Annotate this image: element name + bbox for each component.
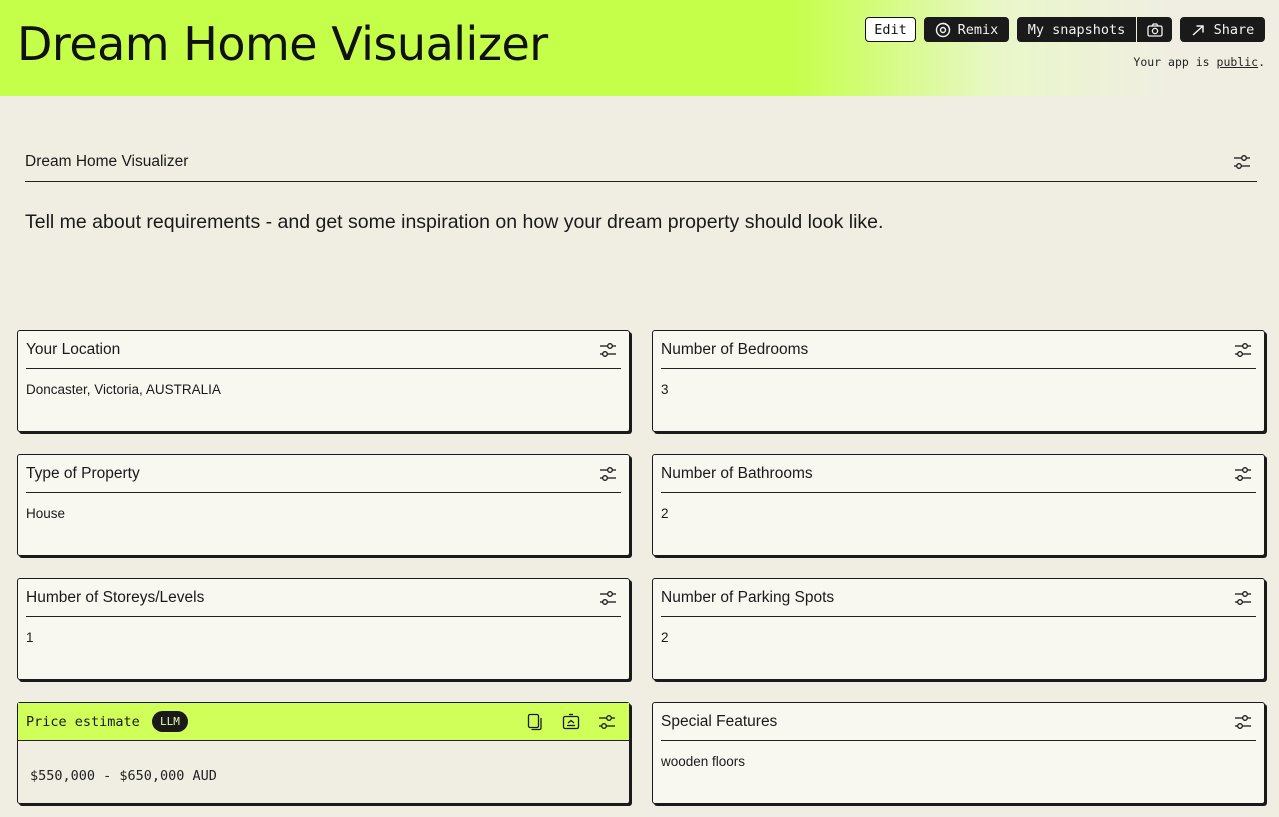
remix-icon (935, 22, 950, 37)
price-estimate-card: Price estimate LLM $550,000 - $650,000 A… (17, 702, 630, 804)
property-type-label: Type of Property (26, 465, 140, 482)
property-type-value[interactable]: House (26, 506, 65, 521)
card-header: Number of Bedrooms (661, 331, 1256, 369)
sliders-icon[interactable] (1234, 342, 1252, 358)
visibility-note: Your app is public. (1133, 55, 1265, 69)
edit-button[interactable]: Edit (865, 17, 916, 42)
my-snapshots-label: My snapshots (1027, 21, 1126, 38)
price-estimate-label: Price estimate (26, 714, 140, 730)
share-button[interactable]: Share (1180, 17, 1265, 42)
location-value[interactable]: Doncaster, Victoria, AUSTRALIA (26, 382, 221, 397)
my-snapshots-button[interactable]: My snapshots (1017, 17, 1136, 42)
parking-card[interactable]: Number of Parking Spots 2 (652, 578, 1265, 680)
sliders-icon[interactable] (1233, 154, 1251, 170)
bathrooms-label: Number of Bathrooms (661, 465, 813, 482)
parking-value[interactable]: 2 (661, 630, 669, 645)
sliders-icon[interactable] (1234, 466, 1252, 482)
storeys-value[interactable]: 1 (26, 630, 34, 645)
special-features-card[interactable]: Special Features wooden floors (652, 702, 1265, 804)
sliders-icon[interactable] (1234, 590, 1252, 606)
storeys-label: Humber of Storeys/Levels (26, 589, 205, 606)
edit-button-label: Edit (874, 21, 907, 38)
bedrooms-label: Number of Bedrooms (661, 341, 809, 358)
visibility-suffix: . (1258, 55, 1265, 69)
app-title: Dream Home Visualizer (17, 17, 548, 71)
visibility-prefix: Your app is (1133, 55, 1210, 69)
snapshot-camera-button[interactable] (1137, 17, 1172, 42)
sliders-icon[interactable] (599, 466, 617, 482)
bathrooms-value[interactable]: 2 (661, 506, 669, 521)
regenerate-icon[interactable] (562, 713, 580, 731)
sliders-icon[interactable] (1234, 714, 1252, 730)
location-label: Your Location (26, 341, 121, 358)
card-header: Your Location (26, 331, 621, 369)
location-card[interactable]: Your Location Doncaster, Victoria, AUSTR… (17, 330, 630, 432)
remix-button-label: Remix (957, 21, 999, 38)
card-header: Type of Property (26, 455, 621, 493)
price-estimate-value: $550,000 - $650,000 AUD (30, 768, 217, 784)
section-title: Dream Home Visualizer (25, 153, 189, 170)
card-header: Number of Parking Spots (661, 579, 1256, 617)
section-header: Dream Home Visualizer (25, 150, 1257, 182)
share-button-label: Share (1213, 21, 1255, 38)
parking-label: Number of Parking Spots (661, 589, 835, 606)
property-type-card[interactable]: Type of Property House (17, 454, 630, 556)
card-header: Price estimate LLM (18, 703, 629, 741)
share-arrow-icon (1192, 24, 1204, 36)
card-header: Humber of Storeys/Levels (26, 579, 621, 617)
public-link[interactable]: public (1217, 55, 1259, 69)
camera-icon (1146, 22, 1163, 37)
storeys-card[interactable]: Humber of Storeys/Levels 1 (17, 578, 630, 680)
card-header: Number of Bathrooms (661, 455, 1256, 493)
llm-badge: LLM (152, 711, 188, 732)
remix-button[interactable]: Remix (924, 17, 1009, 42)
card-header: Special Features (661, 703, 1256, 741)
copy-icon[interactable] (526, 713, 544, 731)
bedrooms-card[interactable]: Number of Bedrooms 3 (652, 330, 1265, 432)
bedrooms-value[interactable]: 3 (661, 382, 669, 397)
special-features-value[interactable]: wooden floors (661, 754, 745, 769)
intro-text: Tell me about requirements - and get som… (25, 211, 884, 233)
sliders-icon[interactable] (598, 714, 616, 730)
special-features-label: Special Features (661, 713, 778, 730)
sliders-icon[interactable] (599, 342, 617, 358)
sliders-icon[interactable] (599, 590, 617, 606)
app-header: Dream Home Visualizer Edit Remix My snap… (0, 0, 1279, 96)
bathrooms-card[interactable]: Number of Bathrooms 2 (652, 454, 1265, 556)
